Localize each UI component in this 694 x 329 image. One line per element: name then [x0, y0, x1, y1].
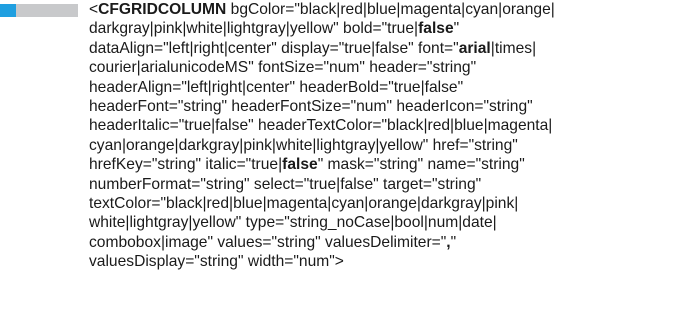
syntax-text: headerAlign="left|right|center" headerBo…: [89, 78, 464, 96]
syntax-keyword: arial: [458, 39, 491, 57]
syntax-line: <CFGRIDCOLUMN bgColor="black|red|blue|ma…: [89, 0, 689, 19]
syntax-line: white|lightgray|yellow" type="string_noC…: [89, 213, 689, 232]
syntax-text: white|lightgray|yellow" type="string_noC…: [89, 214, 497, 232]
syntax-line: cyan|orange|darkgray|pink|white|lightgra…: [89, 136, 689, 155]
syntax-text: bgColor="black|red|blue|magenta|cyan|ora…: [226, 1, 555, 18]
syntax-keyword: false: [418, 20, 454, 38]
syntax-line: headerItalic="true|false" headerTextColo…: [89, 116, 689, 135]
syntax-text: textColor="black|red|blue|magenta|cyan|o…: [89, 194, 519, 212]
syntax-text: darkgray|pink|white|lightgray|yellow" bo…: [89, 20, 419, 38]
syntax-text: ": [450, 233, 457, 251]
syntax-line: valuesDisplay="string" width="num">: [89, 252, 689, 271]
syntax-text: hrefKey="string" italic="true|: [89, 156, 283, 174]
syntax-line: headerFont="string" headerFontSize="num"…: [89, 97, 689, 116]
syntax-text: ": [453, 20, 460, 38]
syntax-text: combobox|image" values="string" valuesDe…: [89, 233, 447, 251]
syntax-text: " mask="string" name="string": [317, 156, 525, 174]
marker-bar: [16, 4, 78, 17]
syntax-text: dataAlign="left|right|center" display="t…: [89, 39, 459, 57]
marker-accent-block: [0, 4, 16, 17]
syntax-line: numberFormat="string" select="true|false…: [89, 175, 689, 194]
syntax-line: combobox|image" values="string" valuesDe…: [89, 233, 689, 252]
syntax-line: textColor="black|red|blue|magenta|cyan|o…: [89, 194, 689, 213]
syntax-text: headerItalic="true|false" headerTextColo…: [89, 117, 553, 135]
syntax-line: headerAlign="left|right|center" headerBo…: [89, 78, 689, 97]
section-marker: [0, 4, 78, 17]
syntax-line: courier|arialunicodeMS" fontSize="num" h…: [89, 58, 689, 77]
syntax-keyword: CFGRIDCOLUMN: [98, 1, 227, 18]
tag-syntax-block: <CFGRIDCOLUMN bgColor="black|red|blue|ma…: [89, 0, 689, 271]
syntax-text: courier|arialunicodeMS" fontSize="num" h…: [89, 59, 477, 77]
syntax-text: numberFormat="string" select="true|false…: [89, 175, 482, 193]
syntax-line: hrefKey="string" italic="true|false" mas…: [89, 155, 689, 174]
syntax-line: darkgray|pink|white|lightgray|yellow" bo…: [89, 19, 689, 38]
syntax-text: headerFont="string" headerFontSize="num"…: [89, 97, 533, 115]
syntax-text: valuesDisplay="string" width="num">: [89, 253, 344, 271]
syntax-text: cyan|orange|darkgray|pink|white|lightgra…: [89, 136, 518, 154]
syntax-text: <: [89, 1, 99, 18]
syntax-keyword: false: [282, 156, 318, 174]
syntax-line: dataAlign="left|right|center" display="t…: [89, 39, 689, 58]
syntax-text: |times|: [490, 39, 537, 57]
